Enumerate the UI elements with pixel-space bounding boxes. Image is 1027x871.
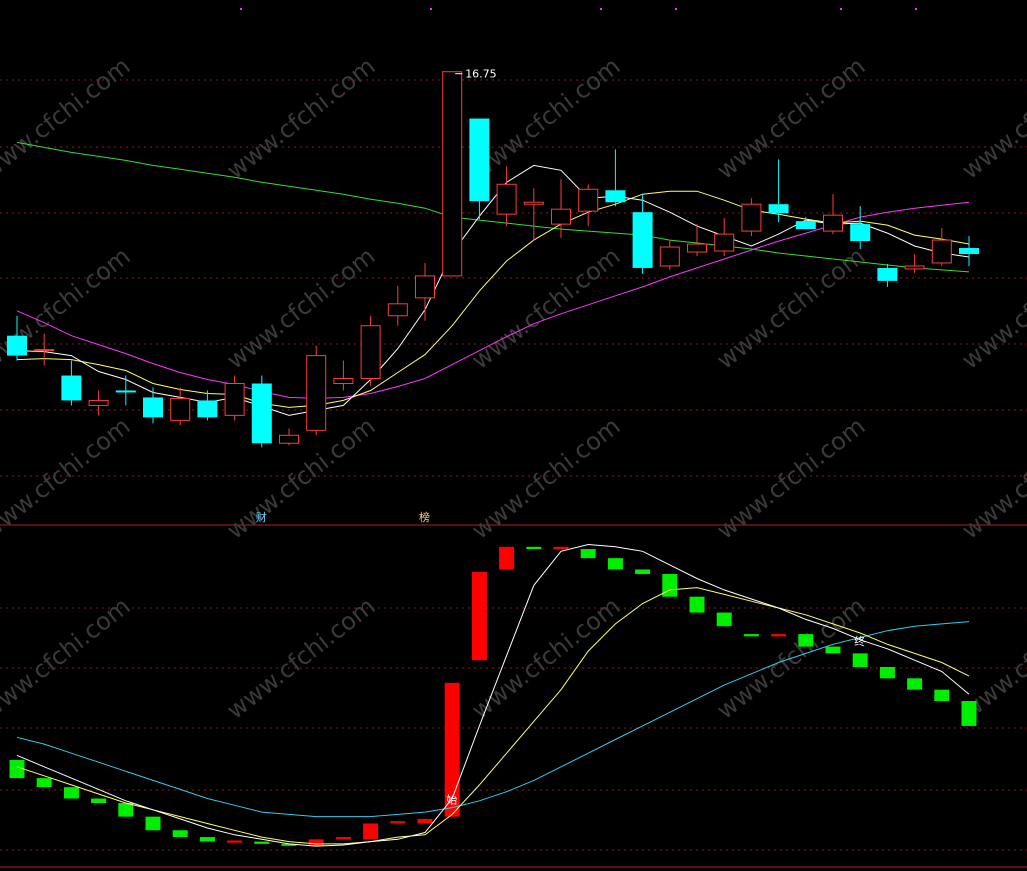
oscillator-bar (145, 816, 161, 831)
candle-body-up (333, 378, 354, 384)
top-tick (840, 8, 842, 10)
oscillator-bar (36, 778, 52, 788)
candle-body-up (306, 355, 327, 431)
stock-chart: www.cfchi.com www.cfchi.com www.cfchi.com w… (0, 0, 1027, 871)
candle-body-up (415, 275, 435, 299)
oscillator-bar (390, 821, 406, 824)
candle-body-down (7, 335, 27, 356)
top-tick (600, 8, 602, 10)
oscillator-bar (499, 546, 515, 570)
signal-mark: 始 (446, 793, 457, 807)
top-tick (675, 8, 677, 10)
candle-body-up (360, 325, 381, 380)
candle-body-up (496, 183, 517, 215)
oscillator-bar (635, 569, 651, 575)
signal-mark: 终 (854, 634, 865, 648)
candle (251, 375, 272, 448)
candle-body-down (768, 204, 789, 214)
candle-body-down (143, 397, 163, 418)
candle-body-up (714, 233, 735, 252)
oscillator-bar (63, 787, 79, 799)
event-marker: 榜 (419, 510, 430, 524)
candle-body-down (469, 118, 490, 202)
candle-body-down (850, 224, 871, 242)
event-marker: 财 (256, 510, 267, 524)
top-tick (915, 8, 917, 10)
candle-body-up (279, 434, 299, 444)
candle-body-up (88, 399, 109, 406)
oscillator-bar (335, 837, 351, 840)
candle-body-down (115, 390, 136, 393)
oscillator-bar (227, 840, 243, 843)
top-tick (240, 8, 242, 10)
candle-body-down (795, 221, 816, 230)
candle-body-up (523, 201, 544, 205)
candle-body-up (741, 203, 762, 232)
oscillator-bar (798, 634, 814, 647)
oscillator-bar (852, 653, 868, 667)
candle-body-up (224, 382, 245, 416)
candle-body-up (34, 349, 55, 352)
candle-body-up (823, 214, 843, 232)
candle-body-down (605, 190, 626, 203)
candle-body-down (61, 375, 82, 401)
candle (360, 315, 381, 386)
candle-body-up (170, 397, 191, 421)
oscillator-bar (91, 798, 107, 804)
oscillator-bar (825, 646, 841, 654)
top-tick (430, 8, 432, 10)
oscillator-bar (471, 571, 487, 661)
oscillator-bar (526, 546, 542, 550)
candle (741, 198, 762, 237)
oscillator-bar (771, 634, 787, 637)
oscillator-bar (689, 596, 705, 613)
oscillator-bar (907, 678, 923, 690)
oscillator-bar (308, 839, 324, 847)
candle-body-up (687, 243, 707, 253)
chart-canvas: www.cfchi.com www.cfchi.com www.cfchi.com w… (0, 0, 1027, 871)
oscillator-bar (934, 689, 950, 701)
oscillator-bar (553, 546, 569, 550)
candle-body-up (659, 246, 680, 267)
candle-body-down (632, 212, 653, 268)
oscillator-bar (607, 558, 623, 570)
oscillator-bar (254, 841, 270, 844)
candle-body-up (578, 188, 599, 212)
oscillator-bar (662, 574, 678, 597)
peak-price-label: 16.75 (465, 68, 497, 81)
candle-body-up (442, 71, 463, 277)
candle-body-down (959, 248, 979, 255)
candle-body-down (197, 400, 218, 418)
candle-body-down (251, 383, 272, 444)
oscillator-bar (961, 701, 977, 726)
candle-body-up (387, 303, 408, 317)
oscillator-bar (363, 823, 379, 840)
oscillator-bar (118, 803, 134, 817)
candle-body-up (551, 208, 571, 225)
candle (442, 71, 463, 277)
oscillator-bar (716, 612, 732, 627)
oscillator-bar (417, 818, 433, 824)
candle-body-up (931, 239, 952, 264)
oscillator-bar (580, 549, 596, 559)
oscillator-bar (172, 830, 188, 838)
candle-body-up (904, 265, 925, 270)
oscillator-bar (743, 634, 759, 637)
oscillator-bar (199, 837, 215, 842)
oscillator-bar (879, 666, 895, 679)
candle (306, 345, 327, 436)
candle-body-down (877, 267, 898, 281)
